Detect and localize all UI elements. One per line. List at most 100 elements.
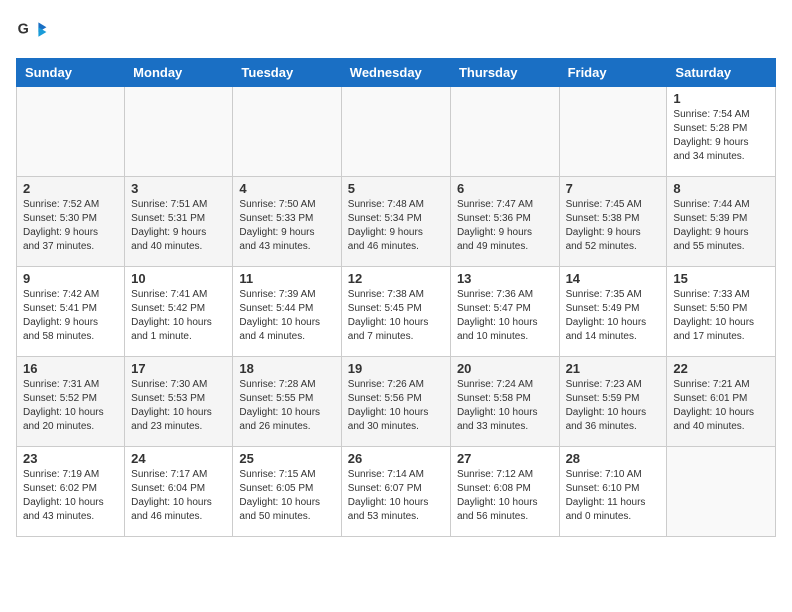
cell-info: Sunrise: 7:31 AM Sunset: 5:52 PM Dayligh… <box>23 378 118 434</box>
cell-info: Sunrise: 7:51 AM Sunset: 5:31 PM Dayligh… <box>131 198 226 254</box>
calendar-cell <box>125 87 233 177</box>
calendar-cell: 17 Sunrise: 7:30 AM Sunset: 5:53 PM Dayli… <box>125 357 233 447</box>
day-number: 2 <box>23 181 118 196</box>
calendar-cell: 11 Sunrise: 7:39 AM Sunset: 5:44 PM Dayli… <box>233 267 341 357</box>
calendar-week-row: 16 Sunrise: 7:31 AM Sunset: 5:52 PM Dayli… <box>17 357 776 447</box>
calendar-cell: 6 Sunrise: 7:47 AM Sunset: 5:36 PM Daylig… <box>450 177 559 267</box>
cell-info: Sunrise: 7:24 AM Sunset: 5:58 PM Dayligh… <box>457 378 553 434</box>
calendar-cell: 1Sunrise: 7:54 AM Sunset: 5:28 PM Daylig… <box>667 87 776 177</box>
logo-icon: G <box>16 16 48 48</box>
weekday-header-friday: Friday <box>559 59 667 87</box>
day-number: 22 <box>673 361 769 376</box>
day-number: 6 <box>457 181 553 196</box>
calendar-week-row: 23 Sunrise: 7:19 AM Sunset: 6:02 PM Dayli… <box>17 447 776 537</box>
weekday-header-wednesday: Wednesday <box>341 59 450 87</box>
calendar-week-row: 1Sunrise: 7:54 AM Sunset: 5:28 PM Daylig… <box>17 87 776 177</box>
calendar-cell: 18Sunrise: 7:28 AM Sunset: 5:55 PM Dayli… <box>233 357 341 447</box>
cell-info: Sunrise: 7:21 AM Sunset: 6:01 PM Dayligh… <box>673 378 769 434</box>
day-number: 27 <box>457 451 553 466</box>
calendar-table: SundayMondayTuesdayWednesdayThursdayFrid… <box>16 58 776 537</box>
day-number: 26 <box>348 451 444 466</box>
cell-info: Sunrise: 7:26 AM Sunset: 5:56 PM Dayligh… <box>348 378 444 434</box>
day-number: 21 <box>566 361 661 376</box>
cell-info: Sunrise: 7:38 AM Sunset: 5:45 PM Dayligh… <box>348 288 444 344</box>
day-number: 5 <box>348 181 444 196</box>
cell-info: Sunrise: 7:45 AM Sunset: 5:38 PM Dayligh… <box>566 198 661 254</box>
weekday-header-thursday: Thursday <box>450 59 559 87</box>
day-number: 15 <box>673 271 769 286</box>
logo: G <box>16 16 52 48</box>
calendar-cell: 13 Sunrise: 7:36 AM Sunset: 5:47 PM Dayli… <box>450 267 559 357</box>
day-number: 20 <box>457 361 553 376</box>
calendar-cell: 9Sunrise: 7:42 AM Sunset: 5:41 PM Daylig… <box>17 267 125 357</box>
calendar-cell: 22 Sunrise: 7:21 AM Sunset: 6:01 PM Dayli… <box>667 357 776 447</box>
svg-text:G: G <box>18 22 29 38</box>
day-number: 13 <box>457 271 553 286</box>
calendar-cell: 15 Sunrise: 7:33 AM Sunset: 5:50 PM Dayli… <box>667 267 776 357</box>
calendar-cell: 14Sunrise: 7:35 AM Sunset: 5:49 PM Dayli… <box>559 267 667 357</box>
cell-info: Sunrise: 7:47 AM Sunset: 5:36 PM Dayligh… <box>457 198 553 254</box>
calendar-cell: 26 Sunrise: 7:14 AM Sunset: 6:07 PM Dayli… <box>341 447 450 537</box>
day-number: 19 <box>348 361 444 376</box>
calendar-cell: 12 Sunrise: 7:38 AM Sunset: 5:45 PM Dayli… <box>341 267 450 357</box>
calendar-cell: 25 Sunrise: 7:15 AM Sunset: 6:05 PM Dayli… <box>233 447 341 537</box>
cell-info: Sunrise: 7:14 AM Sunset: 6:07 PM Dayligh… <box>348 468 444 524</box>
day-number: 10 <box>131 271 226 286</box>
cell-info: Sunrise: 7:41 AM Sunset: 5:42 PM Dayligh… <box>131 288 226 344</box>
calendar-cell <box>450 87 559 177</box>
calendar-cell: 23 Sunrise: 7:19 AM Sunset: 6:02 PM Dayli… <box>17 447 125 537</box>
cell-info: Sunrise: 7:39 AM Sunset: 5:44 PM Dayligh… <box>239 288 334 344</box>
day-number: 17 <box>131 361 226 376</box>
calendar-cell: 8 Sunrise: 7:44 AM Sunset: 5:39 PM Daylig… <box>667 177 776 267</box>
day-number: 12 <box>348 271 444 286</box>
calendar-cell: 16 Sunrise: 7:31 AM Sunset: 5:52 PM Dayli… <box>17 357 125 447</box>
day-number: 14 <box>566 271 661 286</box>
day-number: 18 <box>239 361 334 376</box>
calendar-cell: 28 Sunrise: 7:10 AM Sunset: 6:10 PM Dayli… <box>559 447 667 537</box>
cell-info: Sunrise: 7:10 AM Sunset: 6:10 PM Dayligh… <box>566 468 661 524</box>
day-number: 1 <box>673 91 769 106</box>
day-number: 3 <box>131 181 226 196</box>
calendar-cell <box>17 87 125 177</box>
weekday-header-row: SundayMondayTuesdayWednesdayThursdayFrid… <box>17 59 776 87</box>
calendar-cell: 21 Sunrise: 7:23 AM Sunset: 5:59 PM Dayli… <box>559 357 667 447</box>
weekday-header-monday: Monday <box>125 59 233 87</box>
cell-info: Sunrise: 7:48 AM Sunset: 5:34 PM Dayligh… <box>348 198 444 254</box>
calendar-cell: 20 Sunrise: 7:24 AM Sunset: 5:58 PM Dayli… <box>450 357 559 447</box>
calendar-cell: 7 Sunrise: 7:45 AM Sunset: 5:38 PM Daylig… <box>559 177 667 267</box>
day-number: 24 <box>131 451 226 466</box>
weekday-header-tuesday: Tuesday <box>233 59 341 87</box>
day-number: 11 <box>239 271 334 286</box>
weekday-header-sunday: Sunday <box>17 59 125 87</box>
calendar-cell: 19 Sunrise: 7:26 AM Sunset: 5:56 PM Dayli… <box>341 357 450 447</box>
page-header: G <box>16 16 776 48</box>
cell-info: Sunrise: 7:23 AM Sunset: 5:59 PM Dayligh… <box>566 378 661 434</box>
calendar-week-row: 9Sunrise: 7:42 AM Sunset: 5:41 PM Daylig… <box>17 267 776 357</box>
cell-info: Sunrise: 7:36 AM Sunset: 5:47 PM Dayligh… <box>457 288 553 344</box>
cell-info: Sunrise: 7:44 AM Sunset: 5:39 PM Dayligh… <box>673 198 769 254</box>
day-number: 16 <box>23 361 118 376</box>
calendar-cell <box>341 87 450 177</box>
cell-info: Sunrise: 7:50 AM Sunset: 5:33 PM Dayligh… <box>239 198 334 254</box>
day-number: 7 <box>566 181 661 196</box>
day-number: 25 <box>239 451 334 466</box>
cell-info: Sunrise: 7:33 AM Sunset: 5:50 PM Dayligh… <box>673 288 769 344</box>
cell-info: Sunrise: 7:30 AM Sunset: 5:53 PM Dayligh… <box>131 378 226 434</box>
cell-info: Sunrise: 7:19 AM Sunset: 6:02 PM Dayligh… <box>23 468 118 524</box>
day-number: 28 <box>566 451 661 466</box>
calendar-cell <box>233 87 341 177</box>
calendar-cell: 3 Sunrise: 7:51 AM Sunset: 5:31 PM Daylig… <box>125 177 233 267</box>
calendar-cell <box>667 447 776 537</box>
calendar-cell: 10 Sunrise: 7:41 AM Sunset: 5:42 PM Dayli… <box>125 267 233 357</box>
calendar-cell: 4Sunrise: 7:50 AM Sunset: 5:33 PM Daylig… <box>233 177 341 267</box>
cell-info: Sunrise: 7:12 AM Sunset: 6:08 PM Dayligh… <box>457 468 553 524</box>
day-number: 8 <box>673 181 769 196</box>
day-number: 23 <box>23 451 118 466</box>
cell-info: Sunrise: 7:15 AM Sunset: 6:05 PM Dayligh… <box>239 468 334 524</box>
cell-info: Sunrise: 7:52 AM Sunset: 5:30 PM Dayligh… <box>23 198 118 254</box>
calendar-week-row: 2 Sunrise: 7:52 AM Sunset: 5:30 PM Daylig… <box>17 177 776 267</box>
calendar-cell <box>559 87 667 177</box>
calendar-cell: 5 Sunrise: 7:48 AM Sunset: 5:34 PM Daylig… <box>341 177 450 267</box>
calendar-cell: 2 Sunrise: 7:52 AM Sunset: 5:30 PM Daylig… <box>17 177 125 267</box>
calendar-cell: 27 Sunrise: 7:12 AM Sunset: 6:08 PM Dayli… <box>450 447 559 537</box>
